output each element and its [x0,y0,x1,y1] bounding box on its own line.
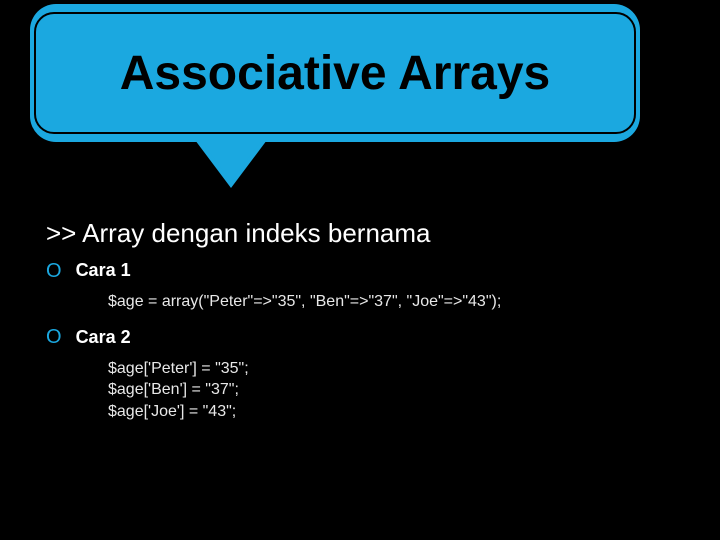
code-line: $age['Ben'] = "37"; [108,379,690,401]
bullet-icon: O [46,261,62,281]
slide-subtitle: >> Array dengan indeks bernama [46,218,430,249]
slide-title: Associative Arrays [120,46,550,101]
section-label: Cara 2 [76,327,131,348]
slide-content: O Cara 1 $age = array("Peter"=>"35", "Be… [46,260,690,436]
code-block: $age['Peter'] = "35"; $age['Ben'] = "37"… [108,358,690,423]
section-row: O Cara 2 [46,327,690,348]
title-block: Associative Arrays [30,4,640,142]
title-pointer [195,140,267,188]
code-line: $age['Peter'] = "35"; [108,358,690,380]
code-line: $age['Joe'] = "43"; [108,401,690,423]
bullet-icon: O [46,327,62,347]
section-label: Cara 1 [76,260,131,281]
section-row: O Cara 1 [46,260,690,281]
code-line: $age = array("Peter"=>"35", "Ben"=>"37",… [108,291,690,313]
code-block: $age = array("Peter"=>"35", "Ben"=>"37",… [108,291,690,313]
